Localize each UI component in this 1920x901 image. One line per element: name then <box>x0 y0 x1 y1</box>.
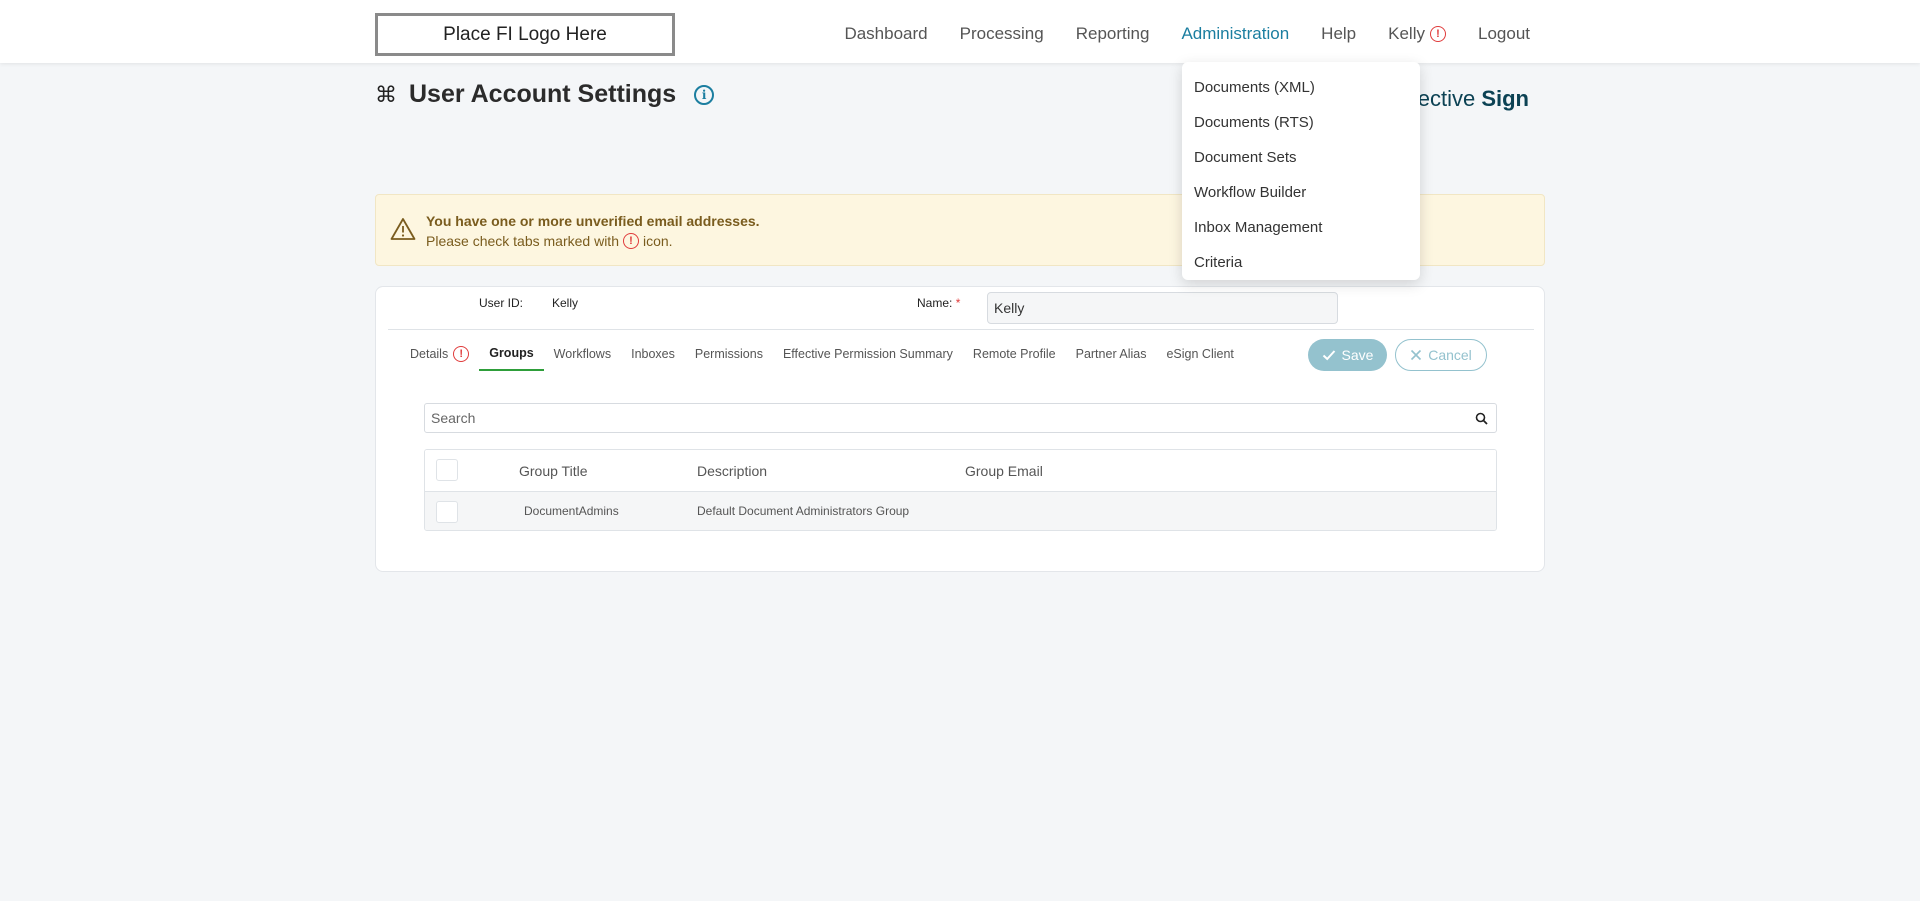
nav-reporting[interactable]: Reporting <box>1060 24 1166 44</box>
cell-group-title: DocumentAdmins <box>524 504 619 518</box>
menu-item-inbox-management[interactable]: Inbox Management <box>1182 210 1420 245</box>
column-header-group-email[interactable]: Group Email <box>965 463 1043 479</box>
nav-user-label: Kelly <box>1388 24 1425 43</box>
nav-logout[interactable]: Logout <box>1462 24 1530 44</box>
tab-details[interactable]: Details ! <box>400 337 479 371</box>
nav-help-label: Help <box>1321 24 1357 43</box>
nav-reporting-label: Reporting <box>1075 24 1150 43</box>
menu-item-documents-xml[interactable]: Documents (XML) <box>1182 70 1420 105</box>
save-button[interactable]: Save <box>1308 339 1387 371</box>
save-label: Save <box>1341 347 1374 363</box>
tab-esign-client-label: eSign Client <box>1166 347 1234 361</box>
tab-inboxes[interactable]: Inboxes <box>621 337 685 371</box>
logo-text: Place FI Logo Here <box>443 23 607 45</box>
tab-groups[interactable]: Groups <box>479 337 544 371</box>
user-settings-card: User ID: Kelly Name: * Details ! Groups … <box>375 286 1545 572</box>
group-search <box>424 403 1497 433</box>
cell-description: Default Document Administrators Group <box>697 504 910 518</box>
name-label-text: Name: <box>917 296 953 310</box>
warning-triangle-icon <box>390 218 416 240</box>
cancel-label: Cancel <box>1428 347 1472 363</box>
user-id-label: User ID: <box>479 296 524 310</box>
alert-icon: ! <box>622 233 639 249</box>
tab-inboxes-label: Inboxes <box>631 347 675 361</box>
header-divider <box>388 329 1534 330</box>
logo-placeholder: Place FI Logo Here <box>375 13 675 56</box>
administration-dropdown: Documents (XML) Documents (RTS) Document… <box>1182 62 1420 280</box>
check-icon <box>1322 350 1335 361</box>
tab-partner-alias[interactable]: Partner Alias <box>1066 337 1157 371</box>
cancel-button[interactable]: Cancel <box>1395 339 1487 371</box>
name-field[interactable] <box>987 292 1338 324</box>
nav-user-menu[interactable]: Kelly ! <box>1372 24 1462 44</box>
brand-bold: Sign <box>1481 86 1529 111</box>
warning-sub-before: Please check tabs marked with <box>426 233 619 249</box>
page-title: User Account Settings <box>409 80 677 108</box>
warning-sub-after: icon. <box>642 233 673 249</box>
menu-item-documents-rts[interactable]: Documents (RTS) <box>1182 105 1420 140</box>
tab-groups-label: Groups <box>489 346 534 360</box>
nav-administration[interactable]: Administration <box>1165 24 1305 44</box>
search-icon[interactable] <box>1475 412 1488 425</box>
tab-effective-permission-summary[interactable]: Effective Permission Summary <box>773 337 963 371</box>
tab-permissions-label: Permissions <box>694 347 763 361</box>
page-header: ⌘ User Account Settings i <box>375 80 715 109</box>
select-all-checkbox[interactable] <box>436 459 458 481</box>
menu-item-document-sets[interactable]: Document Sets <box>1182 140 1420 175</box>
close-icon <box>1411 349 1422 361</box>
nav-processing[interactable]: Processing <box>944 24 1060 44</box>
nav-logout-label: Logout <box>1478 24 1530 43</box>
warning-subtitle: Please check tabs marked with ! icon. <box>426 233 673 249</box>
groups-table: Group Title Description Group Email Docu… <box>424 449 1497 531</box>
command-icon: ⌘ <box>375 81 397 107</box>
nav-administration-label: Administration <box>1181 24 1290 43</box>
alert-icon: ! <box>453 346 470 362</box>
column-header-group-title[interactable]: Group Title <box>519 463 587 479</box>
required-mark: * <box>955 296 961 310</box>
tab-remote-profile[interactable]: Remote Profile <box>963 337 1066 371</box>
main-nav: Dashboard Processing Reporting Administr… <box>828 0 1530 68</box>
menu-item-criteria[interactable]: Criteria <box>1182 245 1420 280</box>
search-input[interactable] <box>425 404 1455 432</box>
row-checkbox[interactable] <box>436 501 458 523</box>
nav-dashboard[interactable]: Dashboard <box>828 24 943 44</box>
top-navigation-bar: Place FI Logo Here Dashboard Processing … <box>0 0 1920 63</box>
info-icon[interactable]: i <box>694 84 715 105</box>
warning-title: You have one or more unverified email ad… <box>426 213 760 229</box>
tab-workflows[interactable]: Workflows <box>544 337 621 371</box>
brand-light: ective <box>1417 86 1476 111</box>
table-row[interactable]: DocumentAdmins Default Document Administ… <box>425 492 1496 530</box>
tab-esign-client[interactable]: eSign Client <box>1156 337 1243 371</box>
tab-details-label: Details <box>410 347 449 361</box>
nav-processing-label: Processing <box>959 24 1044 43</box>
menu-item-workflow-builder[interactable]: Workflow Builder <box>1182 175 1420 210</box>
tab-permissions[interactable]: Permissions <box>685 337 773 371</box>
name-label: Name: * <box>917 296 960 310</box>
alert-icon: ! <box>1430 26 1446 42</box>
column-header-description[interactable]: Description <box>697 463 767 479</box>
tab-effective-permission-summary-label: Effective Permission Summary <box>782 347 953 361</box>
nav-dashboard-label: Dashboard <box>844 24 928 43</box>
nav-help[interactable]: Help <box>1305 24 1372 44</box>
settings-tabs: Details ! Groups Workflows Inboxes Permi… <box>400 337 1244 371</box>
user-id-value: Kelly <box>552 296 579 310</box>
tab-partner-alias-label: Partner Alias <box>1075 347 1147 361</box>
tab-remote-profile-label: Remote Profile <box>972 347 1056 361</box>
table-header: Group Title Description Group Email <box>425 450 1496 492</box>
brand-text: ective Sign <box>1418 86 1529 112</box>
tab-workflows-label: Workflows <box>553 347 612 361</box>
